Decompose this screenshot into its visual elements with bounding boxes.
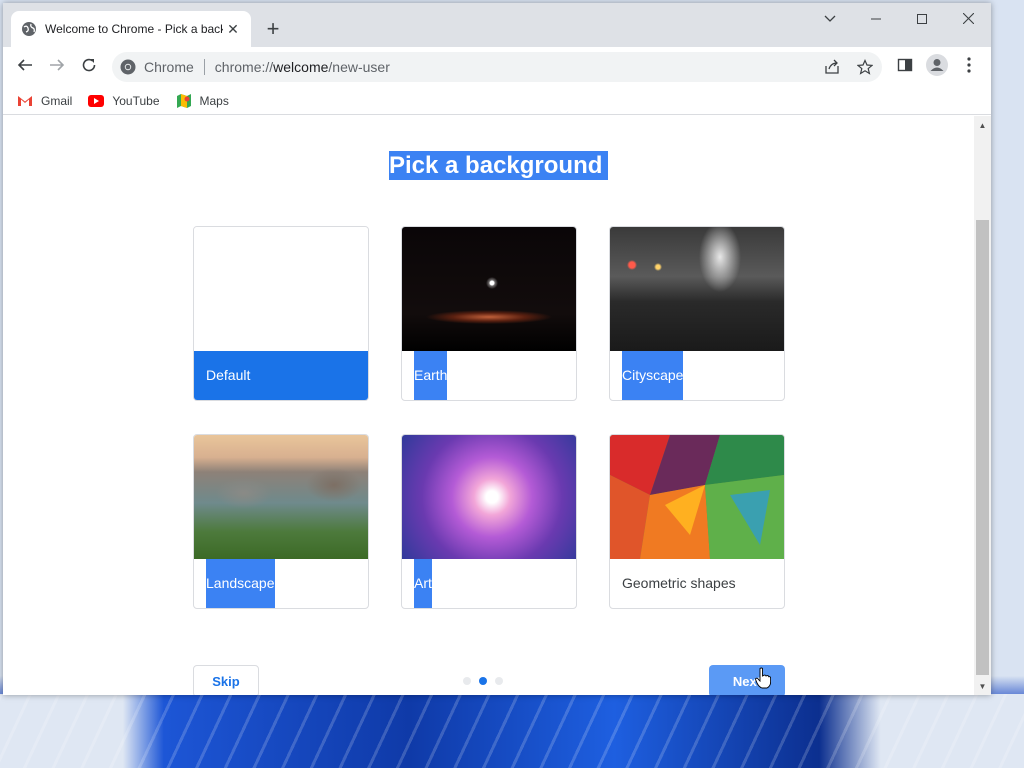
skip-button[interactable]: Skip bbox=[193, 665, 259, 695]
background-card-geometric-shapes[interactable]: Geometric shapes bbox=[609, 434, 785, 609]
address-bar[interactable]: Chrome chrome://welcome/new-user bbox=[112, 52, 882, 82]
background-label: Cityscape bbox=[610, 351, 784, 400]
tab-close-icon[interactable]: ✕ bbox=[225, 21, 241, 37]
tab-welcome[interactable]: Welcome to Chrome - Pick a background ✕ bbox=[11, 11, 251, 47]
background-label: Default bbox=[194, 351, 368, 400]
new-tab-button[interactable]: + bbox=[261, 16, 285, 41]
bookmark-label: Gmail bbox=[41, 93, 73, 108]
background-thumbnail bbox=[610, 227, 784, 351]
scroll-up-icon[interactable]: ▲ bbox=[978, 121, 987, 130]
browser-window: Welcome to Chrome - Pick a background ✕ … bbox=[3, 3, 991, 695]
reload-icon bbox=[81, 57, 97, 78]
youtube-icon bbox=[88, 93, 105, 109]
close-window-button[interactable] bbox=[945, 3, 991, 37]
back-button[interactable] bbox=[11, 53, 39, 81]
background-thumbnail bbox=[402, 435, 576, 559]
background-thumbnail bbox=[194, 227, 368, 351]
close-icon bbox=[962, 11, 974, 29]
bookmark-label: Maps bbox=[199, 93, 229, 108]
pagination-dots bbox=[463, 677, 503, 685]
profile-button[interactable] bbox=[923, 53, 951, 81]
scroll-down-icon[interactable]: ▼ bbox=[978, 682, 987, 691]
page-title: Pick a background bbox=[389, 151, 609, 180]
pagination-dot bbox=[495, 677, 503, 685]
background-label: Art bbox=[402, 559, 576, 608]
side-panel-button[interactable] bbox=[891, 53, 919, 81]
maximize-icon bbox=[917, 11, 927, 29]
background-card-landscape[interactable]: Landscape bbox=[193, 434, 369, 609]
url-text: chrome://welcome/new-user bbox=[214, 59, 390, 75]
bookmarks-bar: Gmail YouTube Maps bbox=[3, 87, 991, 115]
background-thumbnail bbox=[194, 435, 368, 559]
omnibox-divider bbox=[203, 59, 205, 75]
more-vert-icon bbox=[967, 56, 971, 78]
globe-icon bbox=[21, 21, 37, 37]
background-label: Earth bbox=[402, 351, 576, 400]
page-content: Pick a background Default Earth Cityscap… bbox=[3, 116, 974, 695]
bookmark-maps[interactable]: Maps bbox=[176, 93, 229, 109]
minimize-icon bbox=[871, 11, 881, 29]
bookmark-gmail[interactable]: Gmail bbox=[17, 93, 72, 109]
forward-button[interactable] bbox=[43, 53, 71, 81]
avatar bbox=[926, 53, 948, 81]
bookmark-youtube[interactable]: YouTube bbox=[88, 93, 160, 109]
background-thumbnail bbox=[402, 227, 576, 351]
star-icon[interactable] bbox=[857, 59, 873, 75]
maps-icon bbox=[176, 93, 192, 109]
background-label: Landscape bbox=[194, 559, 368, 608]
background-card-cityscape[interactable]: Cityscape bbox=[609, 226, 785, 401]
arrow-right-icon bbox=[49, 57, 65, 78]
chrome-icon bbox=[120, 59, 136, 75]
bookmark-label: YouTube bbox=[112, 93, 160, 108]
vertical-scrollbar[interactable]: ▲ ▼ bbox=[974, 116, 991, 695]
scrollbar-thumb[interactable] bbox=[976, 220, 989, 675]
hand-cursor-icon bbox=[755, 667, 771, 689]
pagination-dot bbox=[463, 677, 471, 685]
reload-button[interactable] bbox=[75, 53, 103, 81]
toolbar: Chrome chrome://welcome/new-user bbox=[3, 47, 991, 87]
background-card-art[interactable]: Art bbox=[401, 434, 577, 609]
arrow-left-icon bbox=[17, 57, 33, 78]
tab-strip: Welcome to Chrome - Pick a background ✕ … bbox=[3, 3, 991, 47]
tab-title: Welcome to Chrome - Pick a background bbox=[45, 22, 223, 36]
tab-search-button[interactable] bbox=[807, 3, 853, 37]
next-button[interactable]: Next bbox=[709, 665, 785, 695]
chevron-down-icon bbox=[824, 11, 836, 29]
site-name: Chrome bbox=[144, 59, 194, 75]
side-panel-icon bbox=[897, 57, 913, 78]
gmail-icon bbox=[17, 93, 33, 109]
minimize-button[interactable] bbox=[853, 3, 899, 37]
background-thumbnail bbox=[610, 435, 784, 559]
maximize-button[interactable] bbox=[899, 3, 945, 37]
pagination-dot-active bbox=[479, 677, 487, 685]
background-card-earth[interactable]: Earth bbox=[401, 226, 577, 401]
background-card-default[interactable]: Default bbox=[193, 226, 369, 401]
background-label: Geometric shapes bbox=[622, 575, 736, 591]
menu-button[interactable] bbox=[955, 53, 983, 81]
share-icon[interactable] bbox=[824, 59, 840, 75]
